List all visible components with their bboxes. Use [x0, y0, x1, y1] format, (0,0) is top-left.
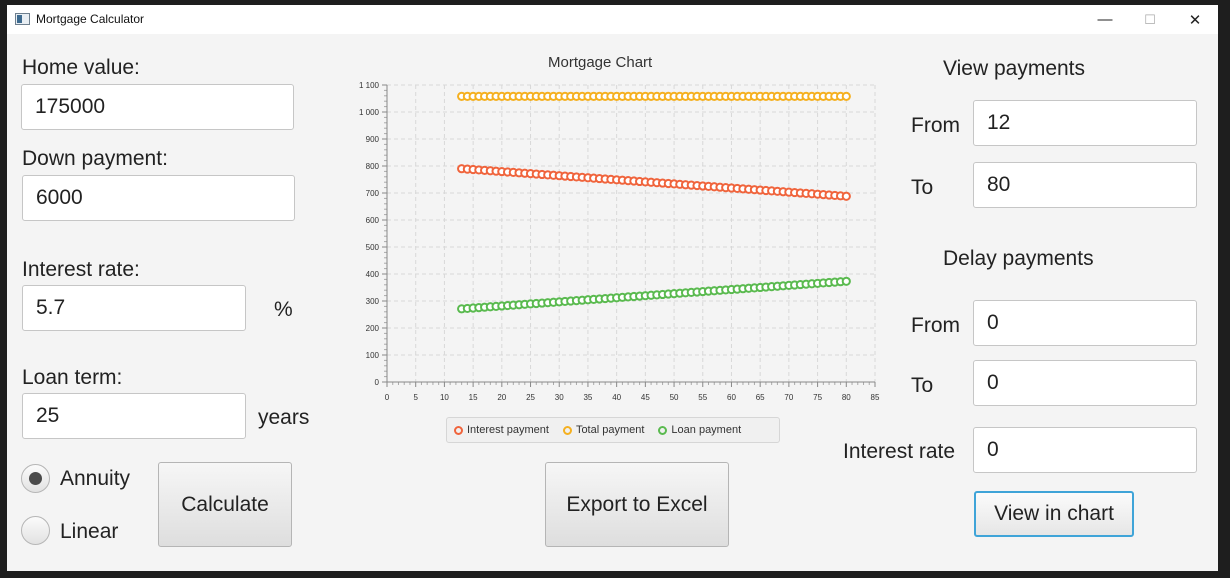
y-tick-label: 500	[366, 243, 380, 252]
home-value-label: Home value:	[22, 56, 140, 79]
down-payment-field[interactable]: 6000	[22, 175, 295, 221]
x-tick-label: 65	[756, 393, 765, 402]
legend-label-interest: Interest payment	[467, 424, 549, 436]
annuity-radio[interactable]	[21, 464, 50, 493]
view-to-label: To	[911, 176, 934, 199]
interest-rate-field[interactable]: 5.7	[22, 285, 246, 331]
legend-item-total: Total payment	[562, 424, 645, 436]
legend-item-interest: Interest payment	[454, 424, 549, 436]
delay-to-label: To	[911, 374, 934, 397]
interest-rate-label: Interest rate:	[22, 258, 140, 281]
legend-item-loan: Loan payment	[658, 424, 741, 436]
annuity-label: Annuity	[60, 467, 131, 490]
x-tick-label: 5	[413, 393, 418, 402]
percent-label: %	[274, 298, 293, 321]
y-tick-label: 800	[366, 162, 380, 171]
linear-label: Linear	[60, 520, 119, 543]
home-value-field[interactable]: 175000	[21, 84, 294, 130]
calculate-button[interactable]: Calculate	[158, 462, 292, 547]
y-tick-label: 700	[366, 189, 380, 198]
plot-area	[387, 85, 875, 382]
x-tick-label: 20	[497, 393, 506, 402]
x-tick-label: 0	[385, 393, 390, 402]
x-tick-label: 10	[440, 393, 449, 402]
title-bar: Mortgage Calculator — ☐ ✕	[7, 5, 1218, 34]
close-button[interactable]: ✕	[1172, 5, 1218, 34]
view-to-field[interactable]: 80	[973, 162, 1197, 208]
x-tick-label: 25	[526, 393, 535, 402]
x-tick-label: 30	[555, 393, 564, 402]
x-tick-label: 15	[469, 393, 478, 402]
x-tick-label: 60	[727, 393, 736, 402]
chart-legend: Interest payment Total payment Loan paym…	[446, 417, 780, 443]
export-excel-button[interactable]: Export to Excel	[545, 462, 729, 547]
legend-marker-interest	[454, 425, 463, 435]
y-tick-label: 300	[366, 297, 380, 306]
x-tick-label: 35	[583, 393, 592, 402]
view-from-field[interactable]: 12	[973, 100, 1197, 146]
y-tick-label: 600	[366, 216, 380, 225]
linear-radio[interactable]	[21, 516, 50, 545]
legend-label-loan: Loan payment	[671, 424, 742, 436]
x-tick-label: 70	[784, 393, 793, 402]
y-tick-label: 900	[366, 135, 380, 144]
view-payments-title: View payments	[943, 57, 1086, 80]
mortgage-chart: 01002003004005006007008009001 0001 1000 5…	[359, 81, 880, 402]
y-tick-label: 100	[366, 351, 380, 360]
y-tick-label: 1 000	[359, 108, 380, 117]
y-tick-label: 1 100	[359, 81, 380, 90]
y-tick-label: 200	[366, 324, 380, 333]
loan-term-field[interactable]: 25	[22, 393, 246, 439]
legend-marker-total	[562, 425, 572, 435]
minimize-button[interactable]: —	[1082, 5, 1128, 34]
x-tick-label: 55	[698, 393, 707, 402]
delay-rate-field[interactable]: 0	[973, 427, 1197, 473]
legend-marker-loan	[658, 425, 668, 435]
delay-payments-title: Delay payments	[943, 247, 1094, 270]
down-payment-label: Down payment:	[22, 147, 168, 170]
y-tick-label: 0	[375, 378, 380, 387]
delay-from-label: From	[911, 314, 960, 337]
maximize-button[interactable]: ☐	[1127, 5, 1173, 34]
delay-from-field[interactable]: 0	[973, 300, 1197, 346]
app-icon	[15, 13, 30, 25]
delay-to-field[interactable]: 0	[973, 360, 1197, 406]
data-point-loan	[841, 276, 851, 286]
window-title: Mortgage Calculator	[36, 12, 145, 26]
x-tick-label: 75	[813, 393, 822, 402]
chart-title: Mortgage Chart	[548, 54, 653, 71]
y-tick-label: 400	[366, 270, 380, 279]
x-tick-label: 50	[670, 393, 679, 402]
years-label: years	[258, 406, 310, 429]
x-tick-label: 85	[871, 393, 880, 402]
x-tick-label: 45	[641, 393, 650, 402]
loan-term-label: Loan term:	[22, 366, 123, 389]
view-in-chart-button[interactable]: View in chart	[974, 491, 1134, 537]
view-from-label: From	[911, 114, 960, 137]
data-point-total	[841, 91, 851, 101]
x-tick-label: 80	[842, 393, 851, 402]
delay-rate-label: Interest rate	[843, 440, 956, 463]
x-tick-label: 40	[612, 393, 621, 402]
legend-label-total: Total payment	[575, 424, 645, 436]
data-point-interest	[841, 191, 851, 201]
